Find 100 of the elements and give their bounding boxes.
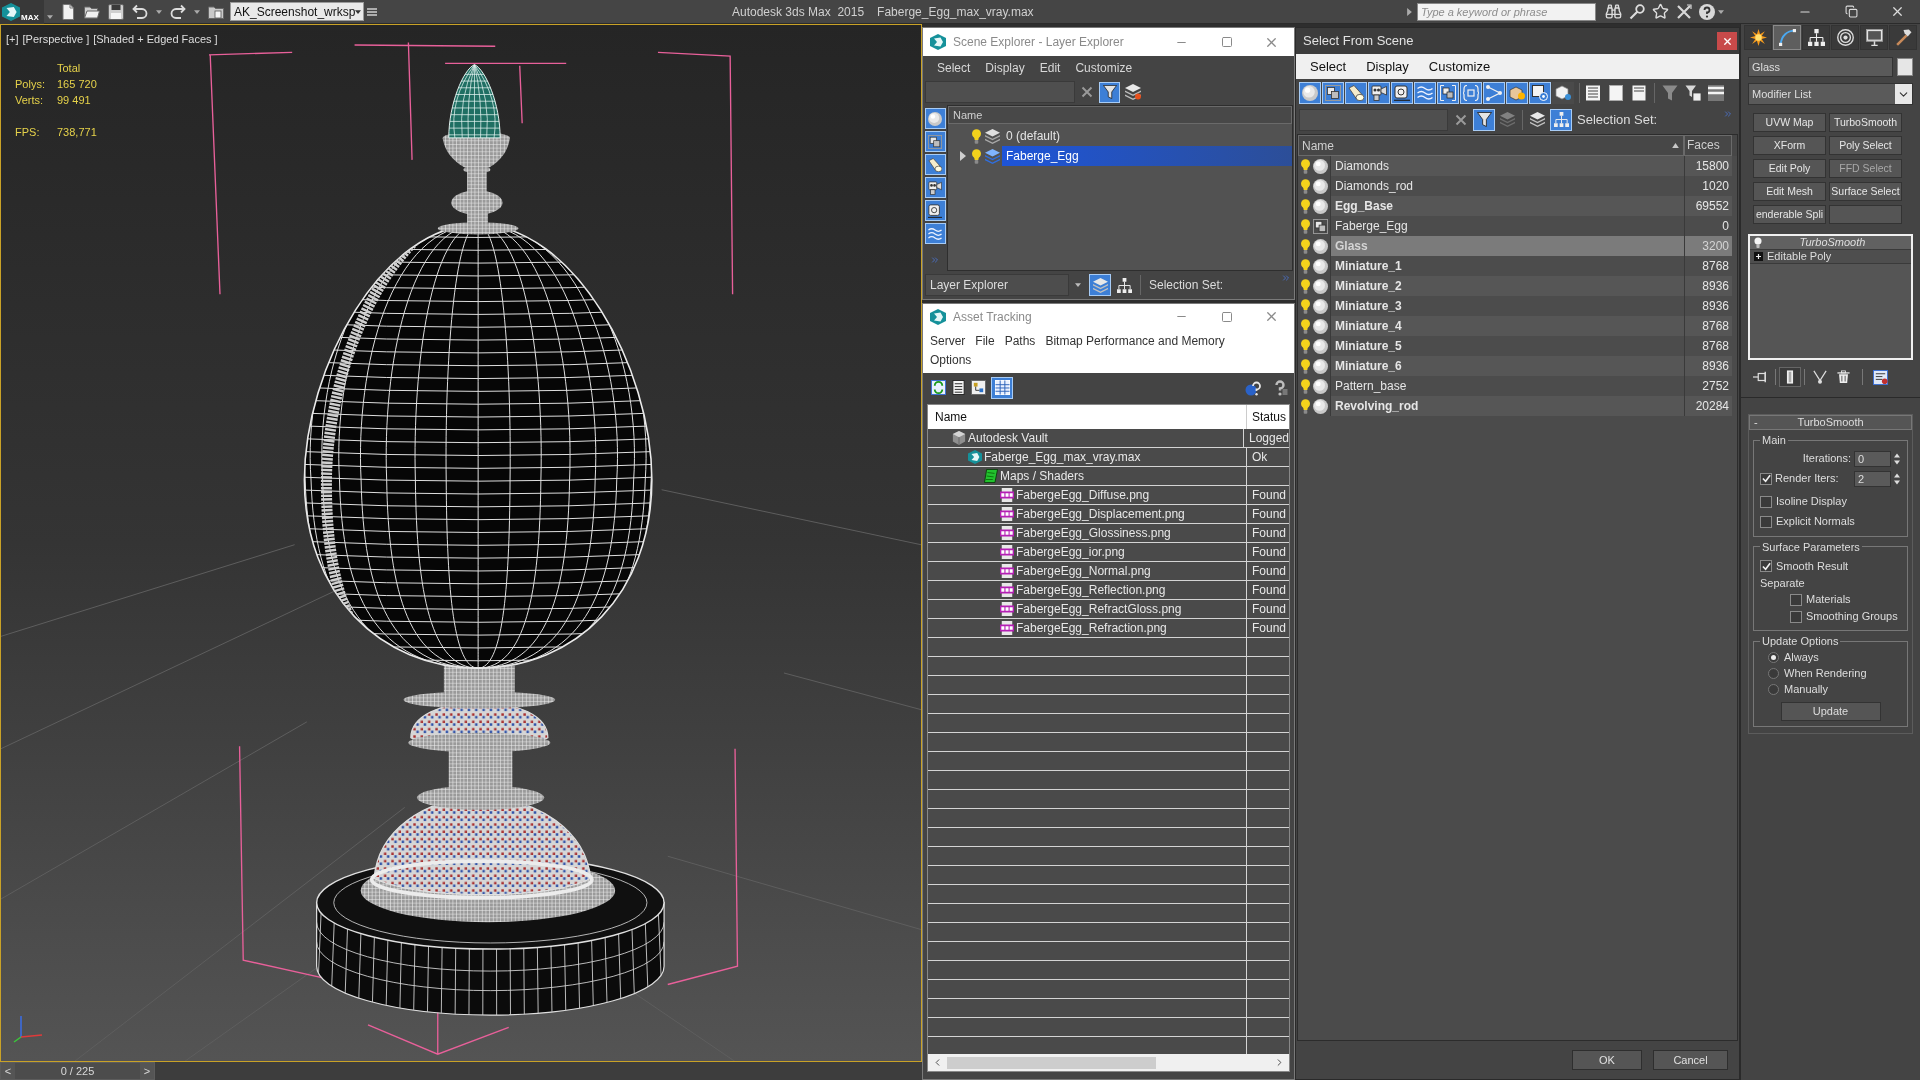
lightbulb-icon[interactable] [1301, 278, 1310, 294]
radio-button[interactable] [1768, 668, 1779, 679]
menu-item[interactable]: Server [930, 332, 966, 351]
caret-down-icon[interactable] [1075, 283, 1081, 287]
modifier-button[interactable]: Edit Mesh [1753, 182, 1826, 201]
stack-item[interactable]: Editable Poly [1750, 250, 1911, 264]
option-label[interactable]: When Rendering [1784, 665, 1867, 682]
lightbulb-icon[interactable] [1301, 198, 1310, 214]
image-tree-icon[interactable] [971, 380, 986, 395]
asset-name[interactable]: FabergeEgg_ior.png [1016, 543, 1125, 561]
checkbox[interactable] [1790, 610, 1802, 623]
checkbox[interactable] [1790, 593, 1802, 606]
menu-icon[interactable] [367, 6, 377, 17]
asset-name[interactable]: Maps / Shaders [1000, 467, 1085, 485]
new-file-icon[interactable] [60, 3, 76, 20]
page-icon[interactable] [1608, 84, 1624, 101]
lightbulb-icon[interactable] [1301, 218, 1310, 234]
layers-icon[interactable] [985, 148, 1000, 164]
asset-name[interactable]: FabergeEgg_Displacement.png [1016, 505, 1185, 523]
menu-item[interactable]: Options [930, 351, 972, 370]
lightbulb-icon[interactable] [1301, 338, 1310, 354]
spinner-field[interactable]: 0 [1854, 450, 1891, 467]
lightbulb-icon[interactable] [1301, 158, 1310, 174]
restore-icon[interactable] [1844, 5, 1858, 18]
document-icon[interactable] [1631, 84, 1647, 101]
viewport-menu-label[interactable]: [Shaded + Edged Faces ] [93, 31, 218, 48]
maximize-icon[interactable] [1220, 36, 1233, 48]
option-label[interactable]: Smoothing Groups [1806, 608, 1898, 625]
modifier-button[interactable]: TurboSmooth [1829, 113, 1902, 132]
panel-tab[interactable] [1831, 25, 1859, 50]
radio-button[interactable] [1768, 652, 1779, 663]
checkbox[interactable] [1760, 495, 1772, 508]
object-name-cell[interactable]: Miniature_4 [1330, 316, 1684, 336]
object-name-cell[interactable]: Miniature_2 [1330, 276, 1684, 296]
caret-right-icon[interactable] [960, 151, 966, 161]
redo-icon[interactable] [170, 3, 186, 20]
app-menu-button[interactable]: MAX [0, 0, 44, 24]
asset-name[interactable]: Autodesk Vault [968, 429, 1048, 447]
lightbulb-icon[interactable] [972, 128, 981, 144]
trash-icon[interactable] [1837, 370, 1850, 384]
panel-tab[interactable] [1889, 25, 1917, 50]
time-slider[interactable]: < 0 / 225 > [0, 1062, 922, 1080]
panel-tab[interactable] [1802, 25, 1830, 50]
menu-item[interactable]: File [975, 332, 995, 351]
lightbulb-icon[interactable] [1301, 318, 1310, 334]
layer-name[interactable]: 0 (default) [1002, 126, 1292, 146]
save-icon[interactable] [108, 3, 124, 20]
menu-item[interactable]: Select [937, 58, 971, 77]
layers-icon[interactable] [1125, 84, 1141, 100]
refresh-icon[interactable] [931, 380, 946, 395]
asset-name[interactable]: FabergeEgg_Refraction.png [1016, 619, 1167, 637]
panel-tab[interactable] [1860, 25, 1888, 50]
caret-down-icon[interactable] [194, 9, 200, 14]
maximize-icon[interactable] [1220, 310, 1233, 323]
clear-icon[interactable] [1081, 86, 1093, 98]
previous-frame-button[interactable]: < [1, 1063, 15, 1079]
caret-down-icon[interactable] [47, 15, 53, 19]
rollout-header[interactable]: - TurboSmooth [1749, 415, 1912, 430]
viewport-menu-label[interactable]: [Perspective ] [22, 31, 90, 48]
funnel-list-icon[interactable] [1685, 84, 1701, 101]
option-label[interactable]: Render Iters: [1775, 470, 1839, 487]
project-folder-icon[interactable] [208, 3, 224, 20]
option-label[interactable]: Materials [1806, 591, 1851, 608]
layers-icon[interactable] [985, 128, 1000, 144]
help-icon[interactable] [1272, 379, 1288, 396]
asset-name[interactable]: FabergeEgg_Diffuse.png [1016, 486, 1150, 504]
list-icon[interactable] [951, 380, 966, 395]
stripes-icon[interactable] [1708, 84, 1724, 101]
clear-icon[interactable] [1455, 113, 1467, 126]
radio-button[interactable] [1768, 684, 1779, 695]
plus-box-icon[interactable] [1754, 252, 1763, 261]
menu-item[interactable]: Select [1310, 56, 1347, 77]
help-icon[interactable] [1699, 3, 1715, 20]
asset-name[interactable]: FabergeEgg_Reflection.png [1016, 581, 1166, 599]
fork-icon[interactable] [1813, 370, 1827, 384]
hierarchy-icon[interactable] [1117, 277, 1132, 293]
modifier-button[interactable]: Poly Select [1829, 136, 1902, 155]
column-header[interactable]: Name [928, 405, 1247, 429]
option-label[interactable]: Isoline Display [1776, 493, 1847, 510]
object-name-cell[interactable]: Diamonds [1330, 156, 1684, 176]
object-name-cell[interactable]: Revolving_rod [1330, 396, 1684, 416]
object-name-cell[interactable]: Miniature_6 [1330, 356, 1684, 376]
lightbulb-icon[interactable] [1301, 298, 1310, 314]
scrollbar-thumb[interactable] [947, 1056, 1156, 1069]
asset-name[interactable]: FabergeEgg_RefractGloss.png [1016, 600, 1182, 618]
star-icon[interactable] [1652, 3, 1669, 20]
funnel-icon[interactable] [1662, 84, 1678, 101]
stack-item[interactable]: TurboSmooth [1750, 236, 1911, 250]
menu-item[interactable]: Customize [1075, 58, 1133, 77]
checkbox[interactable] [1760, 515, 1772, 528]
lightbulb-icon[interactable] [1754, 237, 1762, 248]
pin-icon[interactable] [1753, 370, 1767, 384]
form-sheet-icon[interactable] [1873, 369, 1888, 385]
asset-name[interactable]: FabergeEgg_Glossiness.png [1016, 524, 1171, 542]
magnifier-icon[interactable] [1629, 3, 1645, 20]
menu-item[interactable]: Display [985, 58, 1025, 77]
spinner-field[interactable]: 2 [1854, 470, 1891, 487]
menu-item[interactable]: Edit [1039, 58, 1061, 77]
object-name-cell[interactable]: Egg_Base [1330, 196, 1684, 216]
open-folder-icon[interactable] [84, 3, 100, 20]
